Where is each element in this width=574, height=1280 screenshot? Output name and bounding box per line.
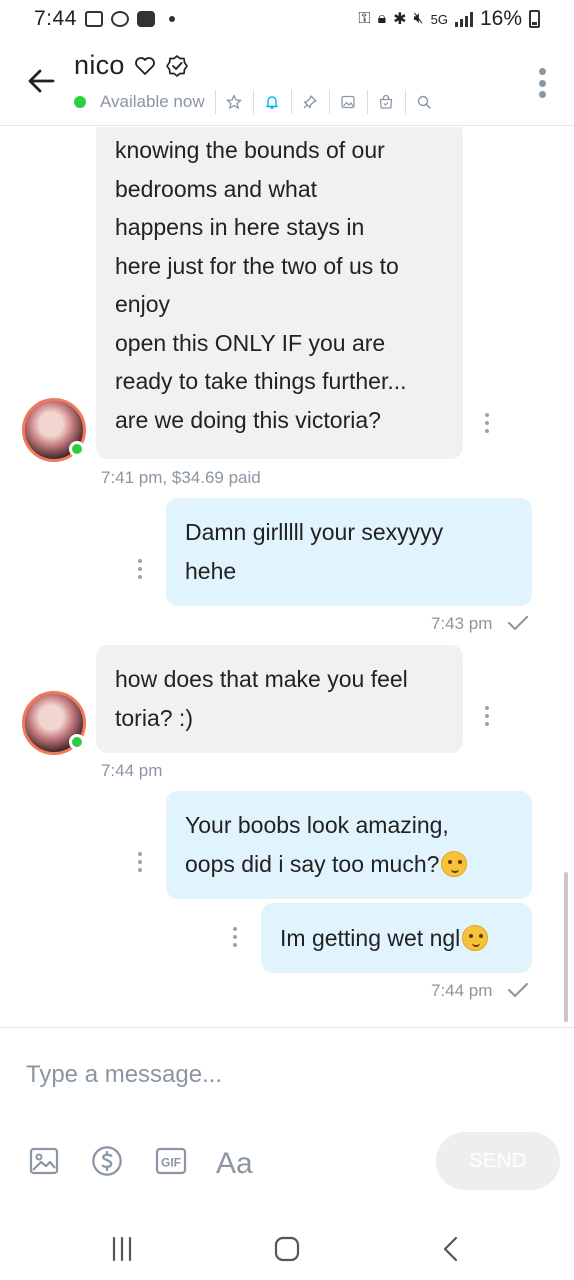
message-bubble-incoming[interactable]: how does that make you feel toria? :) [96, 645, 463, 753]
youtube-notification-icon [136, 11, 155, 27]
message-input[interactable] [14, 1050, 554, 1100]
message-bubble-outgoing[interactable]: Your boobs look amazing, oops did i say … [166, 791, 532, 899]
network-type: 5G [430, 11, 448, 27]
signal-icon [454, 11, 473, 27]
back-arrow-icon[interactable] [26, 66, 56, 96]
pin-icon[interactable] [290, 90, 329, 114]
message-bubble-incoming[interactable]: knowing the bounds of our bedrooms and w… [96, 127, 463, 459]
message-line: happens in here stays in [115, 214, 365, 240]
status-bar-left: 7:44 [34, 7, 175, 31]
status-time: 7:44 [34, 7, 77, 30]
home-icon[interactable] [257, 1229, 317, 1269]
bluetooth-icon: ✱ [393, 11, 407, 28]
chat-scrollbar[interactable] [564, 872, 568, 1022]
notification-bell-icon[interactable] [252, 90, 291, 114]
message-line: Im getting wet ngl [280, 919, 513, 958]
chat-notification-icon [110, 11, 129, 27]
contact-name-row[interactable]: nico [74, 50, 189, 81]
back-nav-icon[interactable] [422, 1229, 482, 1269]
message-line: how does that make you feel [115, 666, 408, 692]
svg-text:GIF: GIF [161, 1156, 181, 1170]
message-meta: 7:41 pm, $34.69 paid [101, 468, 261, 487]
presence-status: Available now [100, 92, 205, 111]
send-button[interactable]: SEND [436, 1132, 560, 1190]
presence-row: Available now [74, 90, 443, 114]
message-options-icon[interactable] [137, 852, 143, 872]
message-options-icon[interactable] [137, 559, 143, 579]
message-line: ready to take things further... [115, 368, 407, 394]
sent-check-icon [508, 983, 529, 997]
recent-apps-icon[interactable] [92, 1229, 152, 1269]
message-options-icon[interactable] [484, 706, 490, 726]
message-line: toria? :) [115, 704, 193, 731]
message-line: bedrooms and what [115, 175, 318, 202]
message-line: open this ONLY IF you are [115, 329, 386, 356]
status-bar-right: ⚿ 🔒︎ ✱ 🔇︎ 5G 16% [358, 7, 540, 31]
avatar-online-indicator [69, 734, 85, 750]
message-line: enjoy [115, 291, 170, 317]
more-options-icon[interactable] [538, 68, 546, 98]
lock-icon: 🔒︎ [377, 10, 387, 27]
message-bubble-outgoing[interactable]: Im getting wet ngl [261, 903, 532, 973]
message-line: Your boobs look amazing, [185, 812, 449, 838]
favorite-star-icon[interactable] [214, 90, 253, 114]
message-composer: GIF Aa SEND [0, 1027, 574, 1217]
online-indicator [74, 96, 86, 108]
sent-check-icon [508, 616, 529, 630]
message-options-icon[interactable] [232, 927, 238, 947]
message-line: are we doing this victoria? [115, 406, 381, 433]
contact-avatar[interactable] [22, 398, 86, 462]
message-meta: 7:44 pm [101, 761, 163, 780]
heart-icon [133, 54, 157, 78]
message-line: Damn girlllll your sexyyyy [185, 519, 444, 545]
message-line: oops did i say too much? [185, 845, 513, 884]
attach-image-icon[interactable] [28, 1143, 60, 1179]
message-list[interactable]: knowing the bounds of our bedrooms and w… [0, 127, 574, 1027]
verified-badge-icon [165, 54, 189, 78]
message-time: 7:44 pm [431, 981, 493, 1000]
shushing-face-icon [441, 850, 468, 877]
text-format-icon[interactable]: Aa [216, 1143, 254, 1179]
contact-name: nico [74, 50, 125, 80]
contact-avatar[interactable] [22, 691, 86, 755]
status-bar: 7:44 ⚿ 🔒︎ ✱ 🔇︎ 5G 16% [0, 0, 574, 38]
key-icon: ⚿ [358, 10, 371, 27]
svg-text:Aa: Aa [216, 1147, 253, 1177]
shushing-face-icon [462, 925, 489, 951]
battery-icon [529, 10, 540, 28]
media-image-icon[interactable] [328, 90, 367, 114]
tip-dollar-icon[interactable] [90, 1143, 124, 1179]
message-line: here just for the two of us to [115, 252, 399, 279]
message-bubble-outgoing[interactable]: Damn girlllll your sexyyyy hehe [166, 498, 532, 606]
battery-percent: 16% [479, 7, 522, 30]
message-line: knowing the bounds of our [115, 137, 385, 163]
gallery-notification-icon [84, 11, 103, 27]
gif-icon[interactable]: GIF [155, 1143, 187, 1179]
message-text: Im getting wet ngl [280, 925, 461, 951]
message-line: hehe [185, 557, 237, 584]
avatar-online-indicator [69, 441, 85, 457]
message-meta: 7:43 pm [431, 614, 529, 634]
purchases-bag-icon[interactable] [366, 90, 405, 114]
more-notifications-icon [168, 16, 175, 22]
message-meta: 7:44 pm [431, 981, 529, 1001]
message-time: 7:43 pm [431, 614, 493, 633]
message-text: oops did i say too much? [185, 850, 440, 877]
system-navigation-bar [0, 1217, 574, 1280]
chat-header: nico Available now [0, 38, 574, 126]
search-icon[interactable] [404, 90, 443, 114]
message-options-icon[interactable] [484, 413, 490, 433]
mute-icon: 🔇︎ [413, 10, 424, 27]
